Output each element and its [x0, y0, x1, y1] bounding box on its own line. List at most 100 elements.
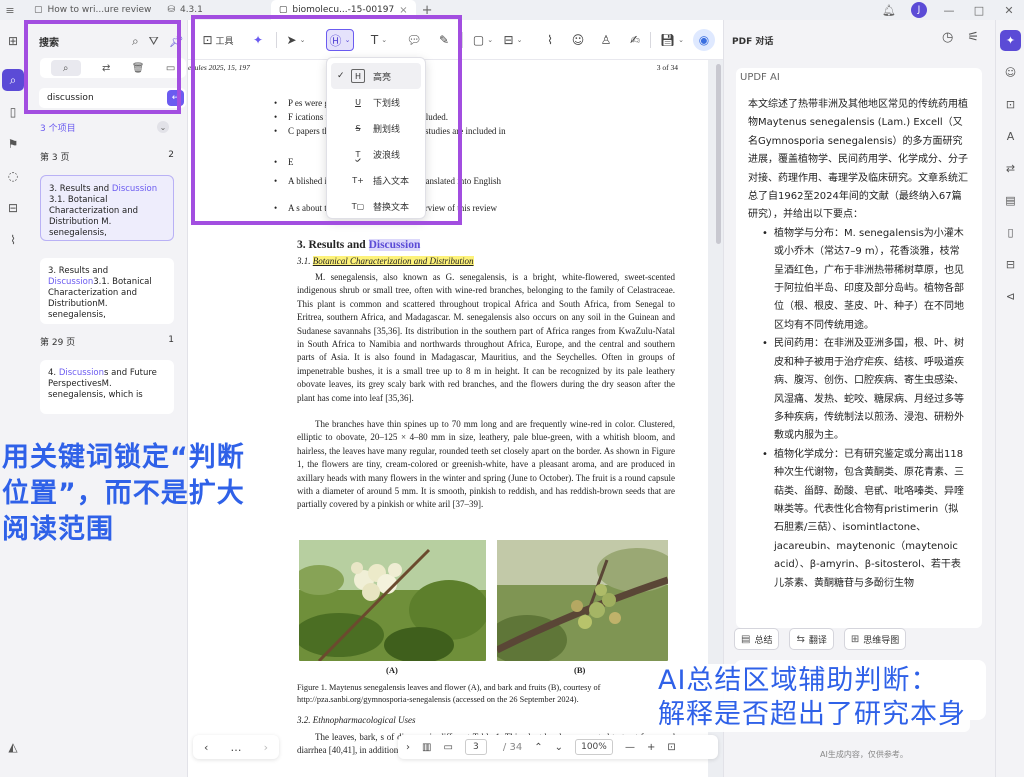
thumbnails-icon[interactable]: ⊞ [2, 30, 24, 52]
zoom-out-icon[interactable]: — [625, 742, 635, 753]
save-icon: 💾︎ [659, 33, 676, 47]
shape-tool-button[interactable]: ▢ ⌄ [470, 29, 496, 51]
protect-icon[interactable]: ⊟ [1000, 254, 1021, 275]
translate-icon: ⇆ [796, 633, 805, 645]
close-window-icon[interactable]: ✕ [994, 0, 1024, 20]
ai-chat-icon[interactable]: ✦ [1000, 30, 1021, 51]
save-button[interactable]: 💾︎ ⌄ [658, 29, 686, 51]
summary-point: 民间药用：在非洲及亚洲多国，根、叶、树皮和种子被用于治疗疟疾、结核、呼吸道疾病、… [762, 335, 968, 445]
ai-response-card: UPDF AI 本文综述了热带非洲及其他地区常见的传统药用植物Maytenus … [736, 68, 982, 628]
next-page-icon[interactable]: ⌄ [555, 742, 563, 753]
attachment-tool-button[interactable]: ⌇ [540, 29, 560, 51]
mindmap-icon: ⊞ [850, 633, 860, 645]
result-match: Discussion [58, 368, 105, 378]
callout-line: AI总结区域辅助判断： [658, 665, 939, 696]
search-result-item[interactable]: 3. Results and Discussion3.1. Botanical … [40, 258, 174, 324]
result-match: Discussion [48, 277, 94, 287]
fit-page-icon[interactable]: ⊡ [667, 742, 675, 753]
translate-button[interactable]: ⇆ 翻译 [789, 628, 834, 650]
layers-icon[interactable]: ◭ [2, 736, 24, 758]
user-avatar[interactable]: J [904, 0, 934, 20]
more-icon[interactable]: … [231, 741, 242, 754]
megaphone-icon[interactable]: ⊲ [1000, 286, 1021, 307]
subsection-number: 3.1. [297, 256, 313, 266]
summary-point: 植物学与分布：M. senegalensis为小灌木或小乔木（常达7–9 m），… [762, 225, 968, 335]
tab-label: biomolecu...-15-00197 [292, 5, 395, 15]
ocr-icon[interactable]: ⊡ [1000, 94, 1021, 115]
stamp-icon: ♙ [600, 33, 612, 47]
pages-icon[interactable]: ▯ [2, 101, 24, 123]
signature-tool-button[interactable]: ✍︎ [624, 29, 646, 51]
zoom-in-icon[interactable]: + [647, 742, 655, 753]
back-icon[interactable]: ‹ [204, 741, 208, 754]
summary-intro: 本文综述了热带非洲及其他地区常见的传统药用植物Maytenus senegale… [748, 99, 968, 221]
ai-assistant-button[interactable]: ◉ [693, 29, 715, 51]
result-group-header[interactable]: 第 3 页 2 [40, 150, 174, 163]
highlighted-subsection-title: Botanical Characterization and Distribut… [312, 256, 474, 266]
book-icon[interactable]: ▯ [1000, 222, 1021, 243]
search-icon[interactable]: ⌕ [2, 69, 24, 91]
tab-doc-icon: ▢ [34, 5, 43, 15]
right-rail: ✦ ☺ ⊡ A ⇄ ▤ ▯ ⊟ ⊲ [995, 20, 1024, 777]
body-paragraph: M. senegalensis, also known as G. senega… [297, 272, 675, 403]
stamp-tool-button[interactable]: ♙ [596, 29, 616, 51]
annotation-callout-right: AI总结区域辅助判断： 解释是否超出了研究本身 [654, 664, 970, 732]
section-title: 3. Results and [297, 239, 369, 251]
settings-icon[interactable]: ⚟ [967, 30, 979, 45]
expand-icon[interactable]: › [406, 742, 410, 753]
ai-summary: 本文综述了热带非洲及其他地区常见的传统药用植物Maytenus senegale… [748, 96, 968, 593]
result-count: 3 个项目 [40, 124, 76, 134]
minimize-icon[interactable]: — [934, 0, 964, 20]
translate-doc-icon[interactable]: A [1000, 126, 1021, 147]
page-indicator: 3 of 34 [656, 63, 678, 72]
result-group-header[interactable]: 第 29 页 1 [40, 335, 174, 348]
result-text: 3.1. Botanical Characterization and Dist… [49, 195, 138, 238]
app-menu-icon[interactable]: ≡ [0, 0, 20, 20]
annotation-box-search [24, 20, 181, 114]
reading-mode-icon[interactable]: ▥ [422, 742, 431, 753]
maximize-icon[interactable]: □ [964, 0, 994, 20]
bell-icon[interactable]: 🔔︎ [874, 0, 904, 20]
result-group-count: 1 [168, 335, 174, 345]
collapse-results-icon[interactable]: ⌄ [157, 121, 169, 133]
form-icon[interactable]: ▤ [1000, 190, 1021, 211]
vertical-scrollbar[interactable] [716, 64, 721, 244]
bookmark-icon[interactable]: ⚑ [2, 133, 24, 155]
summarize-button[interactable]: ▤ 总结 [734, 628, 780, 650]
result-group-count: 2 [168, 150, 174, 160]
search-result-item[interactable]: 3. Results and Discussion 3.1. Botanical… [40, 175, 174, 241]
tab-document-1[interactable]: ▢ How to wri...ure review [26, 0, 159, 20]
search-panel: 搜索 ⌕ ⛛ 📌︎ ⌕ ⇄ 🗑︎ ▭ discussion ↵ 3 个项目 ⌄ … [27, 20, 188, 777]
presentation-icon[interactable]: ▭ [443, 742, 452, 753]
window-controls: 🔔︎ J — □ ✕ [874, 0, 1024, 20]
result-text: 3. Results and [49, 184, 112, 194]
search-result-item[interactable]: 4. Discussions and Future PerspectivesM.… [40, 360, 174, 414]
tab-doc-icon: ⛁ [167, 5, 175, 15]
sticker-tool-button[interactable]: ☺ [568, 29, 588, 51]
title-bar: ≡ ▢ How to wri...ure review ⛁ 4.3.1 ▢ bi… [0, 0, 1024, 20]
subsection-heading-2: 3.2. Ethnopharmacological Uses [297, 715, 416, 725]
result-text: 4. [48, 368, 59, 378]
emoji-icon[interactable]: ☺ [1000, 62, 1021, 83]
result-page: 第 29 页 [40, 338, 76, 348]
callout-line: 解释是否超出了研究本身 [658, 699, 966, 730]
previous-page-icon[interactable]: ⌃ [534, 742, 542, 753]
attachment-icon[interactable]: ⌇ [2, 229, 24, 251]
page-number-input[interactable]: 3 [464, 739, 487, 755]
zoom-level[interactable]: 100% [574, 739, 613, 755]
convert-icon[interactable]: ⇄ [1000, 158, 1021, 179]
result-text: 3. Results and [48, 266, 109, 276]
history-icon[interactable]: ◷ [942, 30, 953, 45]
search-hit-highlight: Discussion [368, 239, 421, 251]
annotation-box-toolbar [191, 15, 462, 225]
result-page: 第 3 页 [40, 153, 70, 163]
close-tab-icon[interactable]: × [399, 5, 407, 16]
forward-icon[interactable]: › [264, 741, 268, 754]
stamp-icon[interactable]: ⊟ [2, 197, 24, 219]
figure-image-fruits [497, 540, 668, 661]
section-heading: 3. Results and Discussion [297, 239, 421, 251]
sticker-icon: ☺ [571, 33, 585, 47]
comments-icon[interactable]: ◌ [2, 165, 24, 187]
mindmap-button[interactable]: ⊞ 思维导图 [843, 628, 907, 650]
measure-tool-button[interactable]: ⊟ ⌄ [500, 29, 526, 51]
